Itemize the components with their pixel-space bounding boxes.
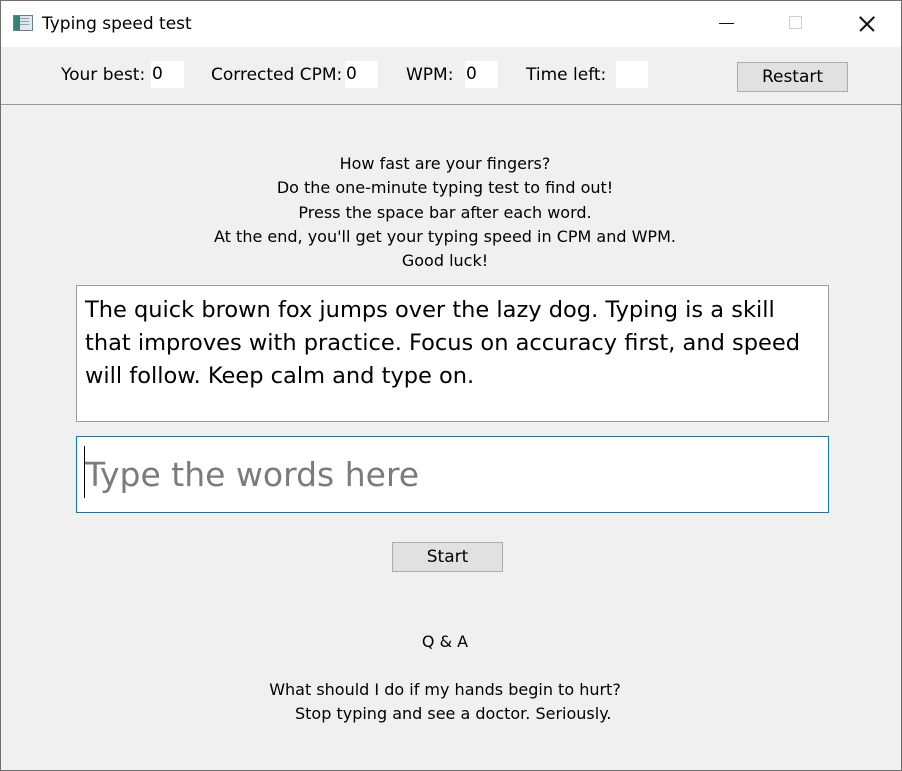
instructions: How fast are your fingers? Do the one-mi… bbox=[1, 152, 889, 273]
your-best-value: 0 bbox=[151, 61, 184, 88]
typing-input[interactable] bbox=[76, 436, 829, 513]
start-button[interactable]: Start bbox=[392, 542, 503, 572]
instruction-line: At the end, you'll get your typing speed… bbox=[214, 226, 676, 246]
qa-question: What should I do if my hands begin to hu… bbox=[269, 680, 621, 699]
wpm-label: WPM: bbox=[406, 65, 454, 85]
sample-text: The quick brown fox jumps over the lazy … bbox=[76, 285, 829, 422]
corrected-cpm-value: 0 bbox=[345, 61, 378, 88]
instruction-line: Do the one-minute typing test to find ou… bbox=[276, 178, 614, 198]
time-left-label: Time left: bbox=[526, 65, 607, 85]
instruction-line: Good luck! bbox=[401, 251, 489, 271]
corrected-cpm-label: Corrected CPM: bbox=[211, 65, 343, 85]
text-caret bbox=[84, 446, 85, 498]
minimize-icon[interactable] bbox=[693, 1, 761, 47]
qa-answer: Stop typing and see a doctor. Seriously. bbox=[295, 704, 612, 723]
wpm-value: 0 bbox=[465, 61, 498, 88]
qa-heading: Q & A bbox=[421, 632, 469, 651]
window-title: Typing speed test bbox=[42, 14, 192, 34]
instruction-line: Press the space bar after each word. bbox=[298, 202, 592, 222]
app-window-icon bbox=[13, 15, 33, 31]
time-left-value bbox=[616, 61, 648, 88]
instruction-line: How fast are your fingers? bbox=[339, 154, 551, 173]
title-bar: Typing speed test bbox=[1, 1, 901, 47]
stats-bar: Your best: 0 Corrected CPM: 0 WPM: 0 Tim… bbox=[1, 47, 901, 105]
your-best-label: Your best: bbox=[61, 65, 146, 85]
typing-speed-test-window: Typing speed test Your best: 0 Corrected… bbox=[0, 0, 902, 771]
close-icon[interactable] bbox=[831, 1, 899, 47]
maximize-icon[interactable] bbox=[761, 1, 829, 47]
restart-button[interactable]: Restart bbox=[737, 62, 848, 92]
